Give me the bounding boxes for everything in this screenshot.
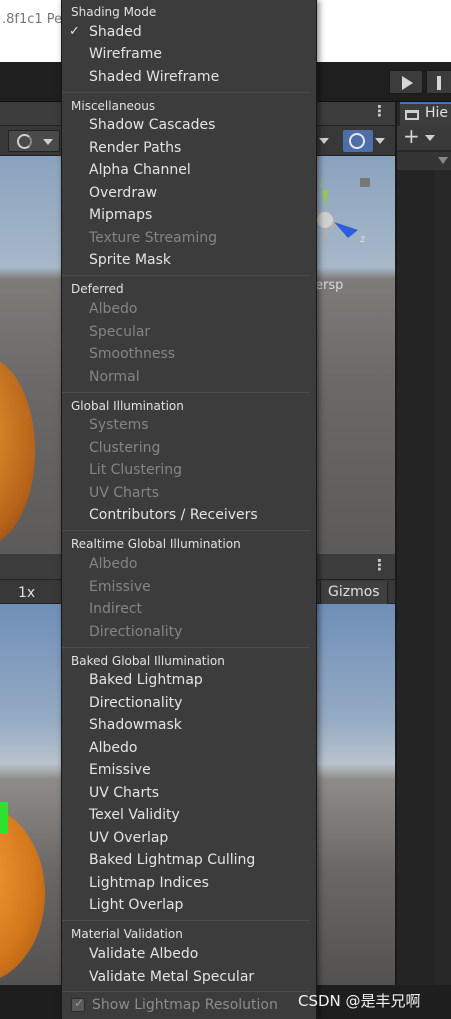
menu-section-header: Deferred xyxy=(71,282,124,296)
menu-separator xyxy=(62,92,310,93)
gizmos-dropdown-icon[interactable] xyxy=(375,138,385,144)
menu-item-shaded[interactable]: Shaded xyxy=(89,24,142,40)
chevron-down-icon[interactable] xyxy=(319,138,329,144)
menu-item-alpha-channel[interactable]: Alpha Channel xyxy=(89,162,191,178)
watermark: CSDN @是丰兄啊 xyxy=(298,992,421,1010)
projection-label[interactable]: ersp xyxy=(315,278,343,293)
show-lightmap-resolution-label[interactable]: Show Lightmap Resolution xyxy=(92,997,278,1013)
menu-item-shaded-wireframe[interactable]: Shaded Wireframe xyxy=(89,69,219,85)
menu-item-baked-uv-overlap[interactable]: UV Overlap xyxy=(89,830,168,846)
chevron-down-icon[interactable] xyxy=(425,135,435,141)
chevron-down-icon xyxy=(43,139,53,145)
menu-item-validate-metal-specular[interactable]: Validate Metal Specular xyxy=(89,969,254,985)
orientation-gizmo-icon[interactable]: z y xyxy=(310,180,370,260)
play-button[interactable] xyxy=(389,70,423,94)
menu-item-baked-uv-charts[interactable]: UV Charts xyxy=(89,785,159,801)
menu-item-realtime-albedo: Albedo xyxy=(89,556,138,572)
menu-item-render-paths[interactable]: Render Paths xyxy=(89,140,181,156)
menu-section-header: Shading Mode xyxy=(71,5,157,19)
gizmo-crosshair-icon xyxy=(349,133,365,149)
menu-section-header: Miscellaneous xyxy=(71,99,156,113)
menu-item-wireframe[interactable]: Wireframe xyxy=(89,46,162,62)
menu-separator xyxy=(62,920,310,921)
menu-item-gi-contributors-receivers[interactable]: Contributors / Receivers xyxy=(89,507,258,523)
menu-item-baked-directionality[interactable]: Directionality xyxy=(89,695,182,711)
window-title: .8f1c1 Pe xyxy=(2,12,63,27)
menu-item-gi-lit-clustering: Lit Clustering xyxy=(89,462,182,478)
game-scale-label[interactable]: 1x xyxy=(18,585,35,601)
menu-separator xyxy=(62,530,310,531)
menu-item-baked-lightmap-indices[interactable]: Lightmap Indices xyxy=(89,875,209,891)
menu-item-baked-light-overlap[interactable]: Light Overlap xyxy=(89,897,183,913)
menu-separator xyxy=(62,647,310,648)
lock-icon[interactable] xyxy=(360,178,370,187)
menu-section-header: Global Illumination xyxy=(71,399,184,413)
draw-mode-menu: Shading Mode ✓ Shaded Wireframe Shaded W… xyxy=(61,0,317,1019)
menu-item-gi-clustering: Clustering xyxy=(89,440,161,456)
menu-item-validate-albedo[interactable]: Validate Albedo xyxy=(89,946,198,962)
foldout-arrow-icon[interactable] xyxy=(438,157,448,164)
svg-text:y: y xyxy=(318,180,324,189)
menu-item-gi-uv-charts: UV Charts xyxy=(89,485,160,501)
menu-item-deferred-smoothness: Smoothness xyxy=(89,346,176,362)
menu-item-realtime-emissive: Emissive xyxy=(89,579,151,595)
menu-item-baked-emissive[interactable]: Emissive xyxy=(89,762,151,778)
menu-item-realtime-directionality: Directionality xyxy=(89,624,183,640)
menu-item-texture-streaming: Texture Streaming xyxy=(89,230,218,246)
menu-item-overdraw[interactable]: Overdraw xyxy=(89,185,157,201)
game-gizmos-label: Gizmos xyxy=(328,584,380,600)
game-more-icon[interactable]: ⋮ xyxy=(372,556,387,574)
hierarchy-icon xyxy=(405,110,419,120)
menu-item-baked-texel-validity[interactable]: Texel Validity xyxy=(89,807,180,823)
scene-more-icon[interactable]: ⋮ xyxy=(372,102,387,120)
menu-separator xyxy=(62,991,310,992)
add-icon[interactable]: + xyxy=(403,124,420,148)
unity-editor-window: .8f1c1 Pe ⋮ z y ersp Hie + ⋮ 1x Gizmos S… xyxy=(0,0,451,1019)
hierarchy-list xyxy=(397,170,435,985)
menu-item-baked-lightmap-culling[interactable]: Baked Lightmap Culling xyxy=(89,852,255,868)
menu-separator xyxy=(62,392,310,393)
menu-item-shadow-cascades[interactable]: Shadow Cascades xyxy=(89,117,215,133)
menu-item-gi-systems: Systems xyxy=(89,417,149,433)
scene-object-egg xyxy=(0,356,35,546)
menu-separator xyxy=(62,275,310,276)
show-lightmap-resolution-checkbox[interactable] xyxy=(71,996,85,1012)
draw-mode-icon xyxy=(17,134,32,149)
game-gizmos-button[interactable]: Gizmos xyxy=(320,581,388,604)
hierarchy-tab-label: Hie xyxy=(425,105,449,121)
menu-item-realtime-indirect: Indirect xyxy=(89,601,143,617)
menu-item-baked-lightmap[interactable]: Baked Lightmap xyxy=(89,672,203,688)
draw-mode-dropdown[interactable] xyxy=(8,130,60,152)
menu-section-header: Baked Global Illumination xyxy=(71,654,225,668)
menu-section-header: Realtime Global Illumination xyxy=(71,537,241,551)
menu-item-mipmaps[interactable]: Mipmaps xyxy=(89,207,152,223)
checkmark-icon: ✓ xyxy=(69,24,80,39)
pause-button[interactable] xyxy=(426,70,451,94)
menu-item-deferred-normal: Normal xyxy=(89,369,140,385)
menu-item-baked-albedo[interactable]: Albedo xyxy=(89,740,137,756)
menu-item-sprite-mask[interactable]: Sprite Mask xyxy=(89,252,171,268)
game-object-green xyxy=(0,802,8,834)
menu-item-deferred-albedo: Albedo xyxy=(89,301,138,317)
menu-section-header: Material Validation xyxy=(71,927,183,941)
svg-text:z: z xyxy=(360,234,365,245)
menu-item-deferred-specular: Specular xyxy=(89,324,151,340)
menu-item-baked-shadowmask[interactable]: Shadowmask xyxy=(89,717,182,733)
